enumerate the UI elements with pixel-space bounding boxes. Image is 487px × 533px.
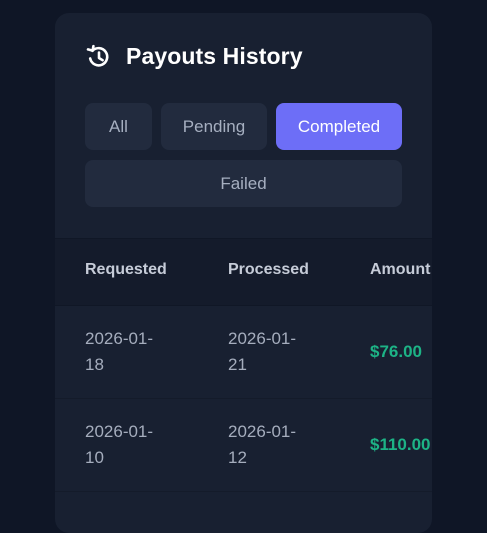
amount-cell: $76.00 (370, 342, 422, 361)
processed-date-cell: 2026-01- 21 (228, 329, 297, 374)
history-icon (85, 44, 111, 70)
page-title: Payouts History (126, 43, 303, 69)
filter-completed-button[interactable]: Completed (276, 103, 402, 150)
column-header-amount[interactable]: Amount (370, 261, 430, 279)
processed-date-cell: 2026-01- 12 (228, 422, 297, 467)
card-header: Payouts History (85, 43, 303, 70)
table-header-row: Requested Processed Amount (55, 238, 432, 306)
column-header-processed[interactable]: Processed (228, 261, 309, 279)
filter-pending-button[interactable]: Pending (161, 103, 267, 150)
table-row[interactable]: 2026-01- 18 2026-01- 21 $76.00 (55, 306, 432, 399)
table-row[interactable]: 2026-01- 10 2026-01- 12 $110.00 (55, 399, 432, 492)
filter-all-button[interactable]: All (85, 103, 152, 150)
amount-cell: $110.00 (370, 435, 431, 454)
payouts-table: Requested Processed Amount 2026-01- 18 2… (55, 238, 432, 492)
column-header-requested[interactable]: Requested (85, 261, 167, 279)
requested-date-cell: 2026-01- 18 (85, 329, 154, 374)
filter-failed-button[interactable]: Failed (85, 160, 402, 207)
payouts-history-card: Payouts History All Pending Completed Fa… (55, 13, 432, 533)
requested-date-cell: 2026-01- 10 (85, 422, 154, 467)
